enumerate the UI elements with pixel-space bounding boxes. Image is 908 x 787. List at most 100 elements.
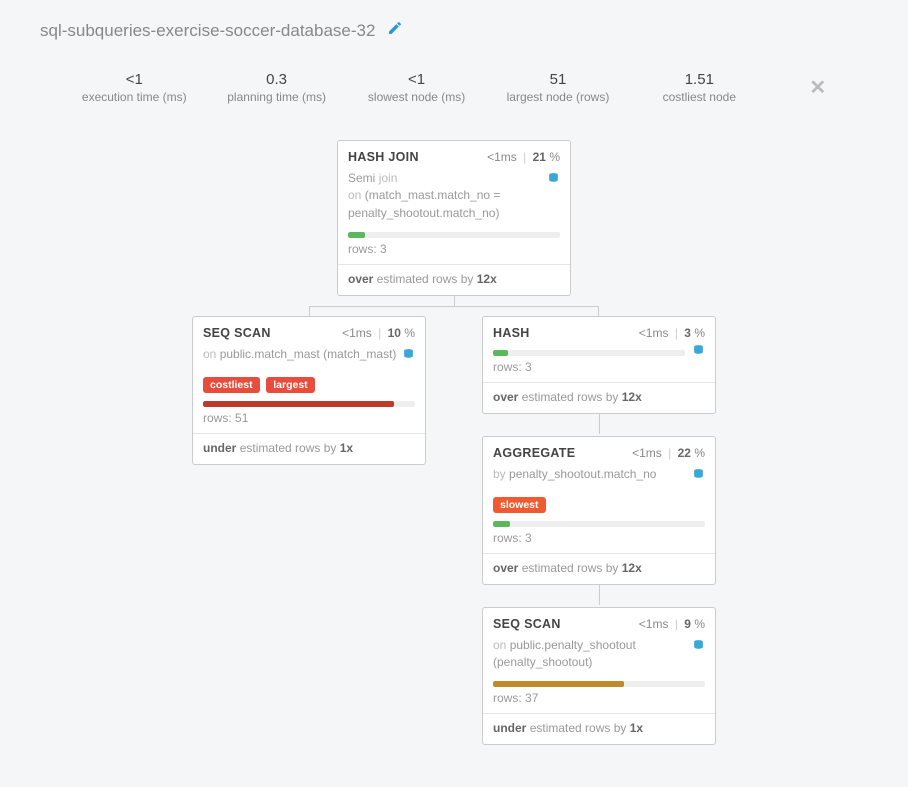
node-header: SEQ SCAN <1ms | 9 %: [483, 608, 715, 637]
pct-sign: %: [549, 150, 560, 164]
node-footer: under estimated rows by 1x: [193, 433, 425, 464]
estimate-mult: 1: [630, 721, 637, 735]
rows-label: rows:: [493, 691, 522, 705]
node-time-value: <1ms: [342, 326, 372, 340]
edit-icon[interactable]: [387, 20, 403, 41]
progress-bar: [193, 397, 425, 409]
tag-largest: largest: [266, 377, 314, 393]
node-footer: under estimated rows by 1x: [483, 713, 715, 744]
stat-label: slowest node (ms): [367, 90, 467, 104]
plan-tree: HASH JOIN <1ms | 21 % Semi join on (matc…: [154, 140, 754, 767]
estimate-mult: 12: [622, 561, 635, 575]
node-seq-scan-match-mast[interactable]: SEQ SCAN <1ms | 10 % on public.match_mas…: [192, 316, 426, 464]
x-suffix: x: [346, 441, 353, 455]
text: (match_mast.match_no = penalty_shootout.…: [348, 188, 500, 219]
pct-sign: %: [694, 326, 705, 340]
progress-bar: [483, 677, 715, 689]
node-title: SEQ SCAN: [493, 617, 639, 631]
node-seq-scan-penalty-shootout[interactable]: SEQ SCAN <1ms | 9 % on public.penalty_sh…: [482, 607, 716, 746]
text-muted: on: [493, 638, 506, 652]
database-icon[interactable]: [402, 348, 415, 366]
node-description: on public.match_mast (match_mast): [193, 346, 425, 369]
rows-info: rows: 37: [483, 689, 715, 713]
rows-label: rows:: [493, 360, 522, 374]
x-suffix: x: [636, 721, 643, 735]
stat-label: largest node (rows): [507, 90, 610, 104]
node-description: by penalty_shootout.match_no: [483, 466, 715, 489]
node-aggregate[interactable]: AGGREGATE <1ms | 22 % by penalty_shootou…: [482, 436, 716, 584]
estimate-mult: 12: [622, 390, 635, 404]
pct-sign: %: [404, 326, 415, 340]
text-muted: by: [493, 467, 506, 481]
node-time-value: <1ms: [639, 617, 669, 631]
rows-info: rows: 3: [483, 358, 715, 382]
estimate-mult: 12: [477, 272, 490, 286]
node-hash[interactable]: HASH <1ms | 3 % rows: 3: [482, 316, 716, 414]
database-icon[interactable]: [692, 639, 705, 657]
tag-slowest: slowest: [493, 497, 546, 513]
stat-planning-time: 0.3 planning time (ms): [227, 71, 327, 104]
rows-label: rows:: [203, 411, 232, 425]
close-icon[interactable]: ✕: [809, 75, 826, 100]
estimate-label: estimated rows by: [522, 561, 619, 575]
estimate-label: estimated rows by: [522, 390, 619, 404]
text-muted: on: [348, 188, 361, 202]
node-title: AGGREGATE: [493, 446, 632, 460]
estimate-word: over: [493, 390, 518, 404]
rows-info: rows: 3: [483, 529, 715, 553]
progress-bar: [338, 228, 570, 240]
node-footer: over estimated rows by 12x: [483, 553, 715, 584]
pct-sign: %: [694, 446, 705, 460]
rows-value: 3: [380, 242, 387, 256]
node-footer: over estimated rows by 12x: [338, 264, 570, 295]
node-time-value: <1ms: [639, 326, 669, 340]
node-hash-join[interactable]: HASH JOIN <1ms | 21 % Semi join on (matc…: [337, 140, 571, 296]
estimate-label: estimated rows by: [530, 721, 627, 735]
stat-value: 1.51: [649, 71, 749, 88]
text: public.penalty_shootout (penalty_shootou…: [493, 638, 636, 669]
stat-slowest-node: <1 slowest node (ms): [367, 71, 467, 104]
node-pct-value: 22: [678, 446, 691, 460]
node-header: SEQ SCAN <1ms | 10 %: [193, 317, 425, 346]
database-icon[interactable]: [692, 468, 705, 486]
node-pct-value: 3: [684, 326, 691, 340]
database-icon[interactable]: [692, 344, 705, 360]
rows-label: rows:: [493, 531, 522, 545]
stat-value: 51: [507, 71, 610, 88]
node-timing: <1ms | 22 %: [632, 446, 705, 460]
text-muted: on: [203, 347, 216, 361]
estimate-word: under: [493, 721, 526, 735]
node-pct-value: 10: [388, 326, 401, 340]
stat-costliest-node: 1.51 costliest node: [649, 71, 749, 104]
tree-connector: [599, 414, 600, 434]
node-header: AGGREGATE <1ms | 22 %: [483, 437, 715, 466]
x-suffix: x: [635, 390, 642, 404]
stat-label: costliest node: [649, 90, 749, 104]
node-header: HASH <1ms | 3 %: [483, 317, 715, 346]
text: public.match_mast (match_mast): [220, 347, 397, 361]
stat-value: <1: [82, 71, 187, 88]
text-muted: join: [379, 171, 398, 185]
rows-value: 3: [525, 360, 532, 374]
node-footer: over estimated rows by 12x: [483, 382, 715, 413]
tree-connector: [599, 585, 600, 605]
database-icon[interactable]: [547, 172, 560, 190]
node-time-value: <1ms: [487, 150, 517, 164]
page-header: sql-subqueries-exercise-soccer-database-…: [40, 20, 868, 41]
node-timing: <1ms | 9 %: [639, 617, 705, 631]
stat-label: execution time (ms): [82, 90, 187, 104]
node-tags: slowest: [483, 490, 715, 517]
stat-label: planning time (ms): [227, 90, 327, 104]
estimate-word: under: [203, 441, 236, 455]
progress-bar: [483, 346, 715, 358]
rows-value: 51: [235, 411, 248, 425]
text: penalty_shootout.match_no: [509, 467, 656, 481]
estimate-word: over: [493, 561, 518, 575]
node-timing: <1ms | 21 %: [487, 150, 560, 164]
node-time-value: <1ms: [632, 446, 662, 460]
node-timing: <1ms | 10 %: [342, 326, 415, 340]
node-pct-value: 21: [533, 150, 546, 164]
estimate-label: estimated rows by: [240, 441, 337, 455]
tag-costliest: costliest: [203, 377, 260, 393]
progress-bar: [483, 517, 715, 529]
